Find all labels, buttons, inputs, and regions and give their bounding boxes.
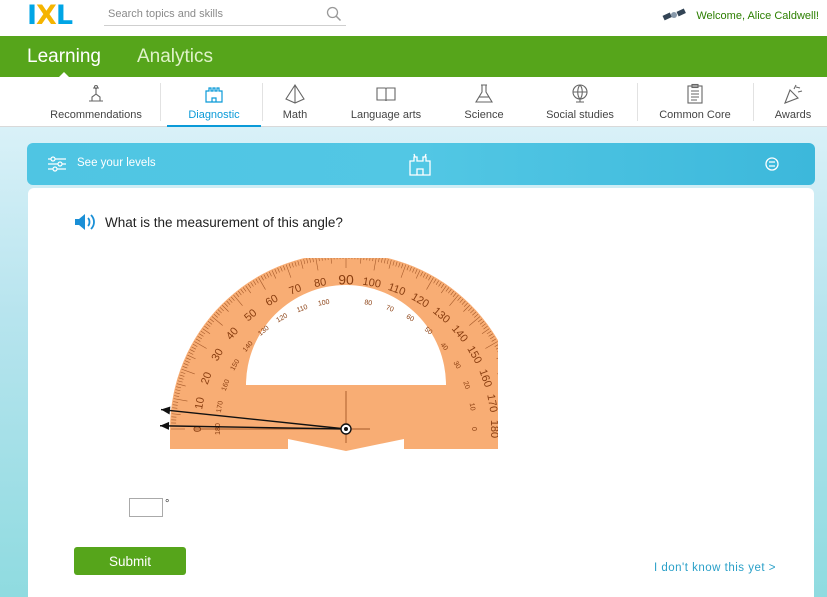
divider — [637, 83, 638, 121]
globe-icon — [572, 84, 588, 103]
castle-icon — [409, 153, 431, 176]
answer-area: ° — [129, 498, 169, 517]
inner-scale-label: 10 — [468, 402, 476, 411]
subnav-item-awards[interactable]: Awards — [766, 77, 820, 127]
welcome-text: Welcome, Alice Caldwell! — [696, 10, 819, 22]
divider — [160, 83, 161, 121]
outer-scale-label: 180 — [488, 420, 498, 438]
recommendations-icon — [89, 84, 103, 102]
inner-scale-label: 0 — [470, 427, 477, 431]
inner-scale-label: 80 — [364, 299, 373, 307]
clipboard-icon — [687, 83, 703, 104]
tab-analytics[interactable]: Analytics — [137, 46, 213, 68]
sliders-icon — [48, 156, 66, 172]
party-horn-icon — [784, 84, 803, 104]
subnav-item-recommendations[interactable]: Recommendations — [40, 77, 152, 127]
outer-scale-label: 10 — [193, 396, 207, 410]
outer-scale-label: 90 — [338, 272, 354, 288]
degree-symbol: ° — [165, 498, 170, 510]
diagnostic-castle-icon — [205, 87, 223, 103]
dont-know-link[interactable]: I don't know this yet > — [654, 562, 776, 574]
main-nav: Learning Analytics — [0, 36, 827, 78]
search-input[interactable] — [104, 4, 314, 24]
levels-label: See your levels — [77, 157, 156, 169]
speaker-icon[interactable] — [74, 213, 96, 231]
satellite-icon — [662, 8, 687, 21]
book-icon — [376, 87, 396, 102]
pyramid-icon — [285, 83, 305, 104]
flask-icon — [475, 84, 493, 103]
angle-answer-input[interactable] — [129, 498, 163, 517]
ray-arrowhead — [160, 421, 170, 430]
ixl-logo[interactable]: IXL — [27, 0, 73, 31]
subnav-item-math[interactable]: Math — [270, 77, 320, 127]
submit-button[interactable]: Submit — [74, 547, 186, 575]
top-bar: IXL Welcome, Alice Caldwell! — [0, 0, 827, 36]
question-card: What is the measurement of this angle? 0… — [28, 188, 814, 597]
divider — [262, 83, 263, 121]
question: What is the measurement of this angle? — [74, 213, 343, 231]
vertex-dot — [344, 427, 348, 431]
search-icon[interactable] — [326, 6, 342, 22]
subject-nav: Recommendations Diagnostic Math Language… — [0, 77, 827, 127]
levels-banner[interactable]: See your levels — [27, 143, 815, 185]
user-welcome[interactable]: Welcome, Alice Caldwell! — [662, 8, 819, 24]
search-bar — [104, 4, 346, 26]
protractor: 010203040506070 80 90 100 110120130140150160… — [160, 258, 498, 451]
ray-arrowhead — [161, 406, 171, 415]
subnav-item-common-core[interactable]: Common Core — [648, 77, 742, 127]
tab-learning[interactable]: Learning — [27, 46, 101, 68]
question-text: What is the measurement of this angle? — [105, 214, 343, 230]
subnav-item-science[interactable]: Science — [455, 77, 513, 127]
subnav-item-language-arts[interactable]: Language arts — [340, 77, 432, 127]
outer-scale-label: 80 — [313, 276, 327, 290]
divider — [753, 83, 754, 121]
subnav-item-social-studies[interactable]: Social studies — [535, 77, 625, 127]
subnav-item-diagnostic[interactable]: Diagnostic — [167, 77, 261, 127]
refresh-link-icon[interactable] — [763, 156, 781, 172]
